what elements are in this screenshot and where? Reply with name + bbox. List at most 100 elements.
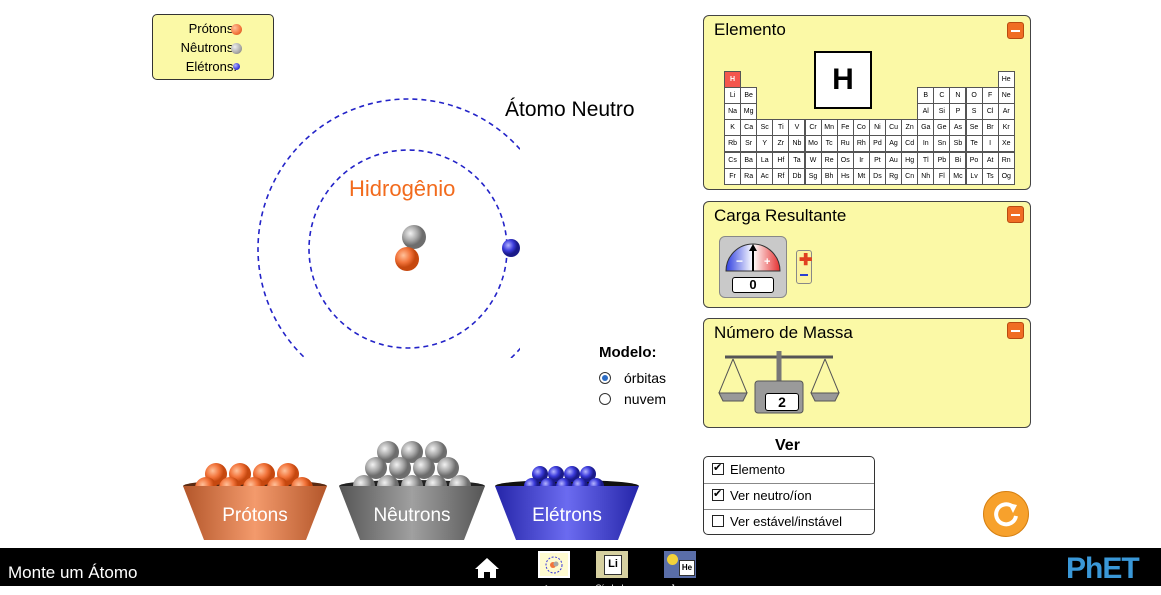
periodic-cell-in[interactable]: In [917, 135, 935, 153]
view-element-checkbox[interactable] [712, 461, 724, 475]
periodic-cell-mt[interactable]: Mt [852, 167, 870, 185]
periodic-cell-sb[interactable]: Sb [949, 135, 967, 153]
periodic-cell-au[interactable]: Au [885, 151, 903, 169]
periodic-cell-sn[interactable]: Sn [933, 135, 951, 153]
periodic-cell-ds[interactable]: Ds [868, 167, 886, 185]
periodic-cell-ar[interactable]: Ar [997, 103, 1015, 121]
periodic-cell-ne[interactable]: Ne [997, 87, 1015, 105]
periodic-cell-s[interactable]: S [965, 103, 983, 121]
periodic-cell-cn[interactable]: Cn [901, 167, 919, 185]
view-stable-unstable-option[interactable]: Ver estável/instável [712, 514, 872, 530]
orbit-electron[interactable] [502, 239, 520, 257]
periodic-cell-sg[interactable]: Sg [804, 167, 822, 185]
element-panel-minimize-button[interactable] [1007, 22, 1024, 39]
periodic-cell-n[interactable]: N [949, 87, 967, 105]
periodic-cell-cd[interactable]: Cd [901, 135, 919, 153]
nucleus-proton[interactable] [395, 247, 419, 271]
periodic-cell-k[interactable]: K [724, 119, 742, 137]
periodic-cell-pd[interactable]: Pd [868, 135, 886, 153]
periodic-cell-rg[interactable]: Rg [885, 167, 903, 185]
periodic-cell-si[interactable]: Si [933, 103, 951, 121]
periodic-cell-ge[interactable]: Ge [933, 119, 951, 137]
periodic-cell-be[interactable]: Be [740, 87, 758, 105]
screen-tab-symbol[interactable]: Li Símbolo [595, 551, 629, 593]
periodic-cell-w[interactable]: W [804, 151, 822, 169]
periodic-cell-bi[interactable]: Bi [949, 151, 967, 169]
periodic-cell-pb[interactable]: Pb [933, 151, 951, 169]
periodic-cell-rh[interactable]: Rh [852, 135, 870, 153]
periodic-cell-sr[interactable]: Sr [740, 135, 758, 153]
periodic-cell-hf[interactable]: Hf [772, 151, 790, 169]
periodic-cell-pt[interactable]: Pt [868, 151, 886, 169]
periodic-cell-ra[interactable]: Ra [740, 167, 758, 185]
periodic-cell-cr[interactable]: Cr [804, 119, 822, 137]
periodic-cell-ni[interactable]: Ni [868, 119, 886, 137]
periodic-cell-fe[interactable]: Fe [836, 119, 854, 137]
periodic-cell-o[interactable]: O [965, 87, 983, 105]
model-option-orbits[interactable]: órbitas [599, 370, 679, 388]
periodic-cell-nh[interactable]: Nh [917, 167, 935, 185]
periodic-cell-cu[interactable]: Cu [885, 119, 903, 137]
periodic-cell-te[interactable]: Te [965, 135, 983, 153]
charge-toggle-button[interactable]: ✚ [796, 250, 812, 284]
periodic-cell-li[interactable]: Li [724, 87, 742, 105]
periodic-cell-kr[interactable]: Kr [997, 119, 1015, 137]
screen-tab-atom[interactable]: Átomo [538, 551, 570, 595]
charge-panel-minimize-button[interactable] [1007, 206, 1024, 223]
periodic-cell-ir[interactable]: Ir [852, 151, 870, 169]
periodic-cell-fr[interactable]: Fr [724, 167, 742, 185]
periodic-cell-ti[interactable]: Ti [772, 119, 790, 137]
periodic-cell-rf[interactable]: Rf [772, 167, 790, 185]
orbits-radio[interactable] [599, 372, 611, 384]
home-icon[interactable] [474, 557, 500, 579]
nucleus-neutron[interactable] [402, 225, 426, 249]
periodic-cell-ta[interactable]: Ta [788, 151, 806, 169]
periodic-cell-at[interactable]: At [981, 151, 999, 169]
periodic-cell-v[interactable]: V [788, 119, 806, 137]
reset-all-button[interactable] [983, 491, 1029, 537]
periodic-cell-sc[interactable]: Sc [756, 119, 774, 137]
neutrons-bucket[interactable]: Nêutrons [338, 436, 486, 542]
periodic-cell-mg[interactable]: Mg [740, 103, 758, 121]
periodic-cell-la[interactable]: La [756, 151, 774, 169]
periodic-cell-zn[interactable]: Zn [901, 119, 919, 137]
protons-bucket[interactable]: Prótons [182, 452, 328, 542]
periodic-cell-na[interactable]: Na [724, 103, 742, 121]
periodic-cell-cs[interactable]: Cs [724, 151, 742, 169]
mass-panel-minimize-button[interactable] [1007, 322, 1024, 339]
periodic-cell-og[interactable]: Og [997, 167, 1015, 185]
periodic-cell-fl[interactable]: Fl [933, 167, 951, 185]
periodic-cell-ts[interactable]: Ts [981, 167, 999, 185]
periodic-cell-po[interactable]: Po [965, 151, 983, 169]
periodic-cell-p[interactable]: P [949, 103, 967, 121]
model-option-cloud[interactable]: nuvem [599, 391, 679, 409]
periodic-cell-ca[interactable]: Ca [740, 119, 758, 137]
view-neutral-ion-checkbox[interactable] [712, 487, 724, 501]
atom-view[interactable] [250, 88, 520, 358]
periodic-cell-ac[interactable]: Ac [756, 167, 774, 185]
periodic-cell-ba[interactable]: Ba [740, 151, 758, 169]
periodic-cell-zr[interactable]: Zr [772, 135, 790, 153]
periodic-cell-y[interactable]: Y [756, 135, 774, 153]
view-element-option[interactable]: Elemento [712, 461, 862, 478]
periodic-cell-mn[interactable]: Mn [820, 119, 838, 137]
periodic-cell-lv[interactable]: Lv [965, 167, 983, 185]
periodic-cell-c[interactable]: C [933, 87, 951, 105]
periodic-cell-br[interactable]: Br [981, 119, 999, 137]
periodic-cell-se[interactable]: Se [965, 119, 983, 137]
periodic-cell-xe[interactable]: Xe [997, 135, 1015, 153]
periodic-cell-tc[interactable]: Tc [820, 135, 838, 153]
periodic-cell-ag[interactable]: Ag [885, 135, 903, 153]
screen-tab-game[interactable]: He Jogo [664, 551, 696, 593]
electrons-bucket[interactable]: Elétrons [494, 460, 640, 542]
periodic-cell-al[interactable]: Al [917, 103, 935, 121]
periodic-cell-he[interactable]: He [997, 71, 1015, 89]
view-stable-unstable-checkbox[interactable] [712, 515, 724, 527]
phet-logo[interactable]: PhET [1066, 552, 1140, 586]
periodic-cell-co[interactable]: Co [852, 119, 870, 137]
periodic-cell-f[interactable]: F [981, 87, 999, 105]
periodic-cell-hg[interactable]: Hg [901, 151, 919, 169]
periodic-cell-hs[interactable]: Hs [836, 167, 854, 185]
periodic-cell-bh[interactable]: Bh [820, 167, 838, 185]
periodic-cell-b[interactable]: B [917, 87, 935, 105]
